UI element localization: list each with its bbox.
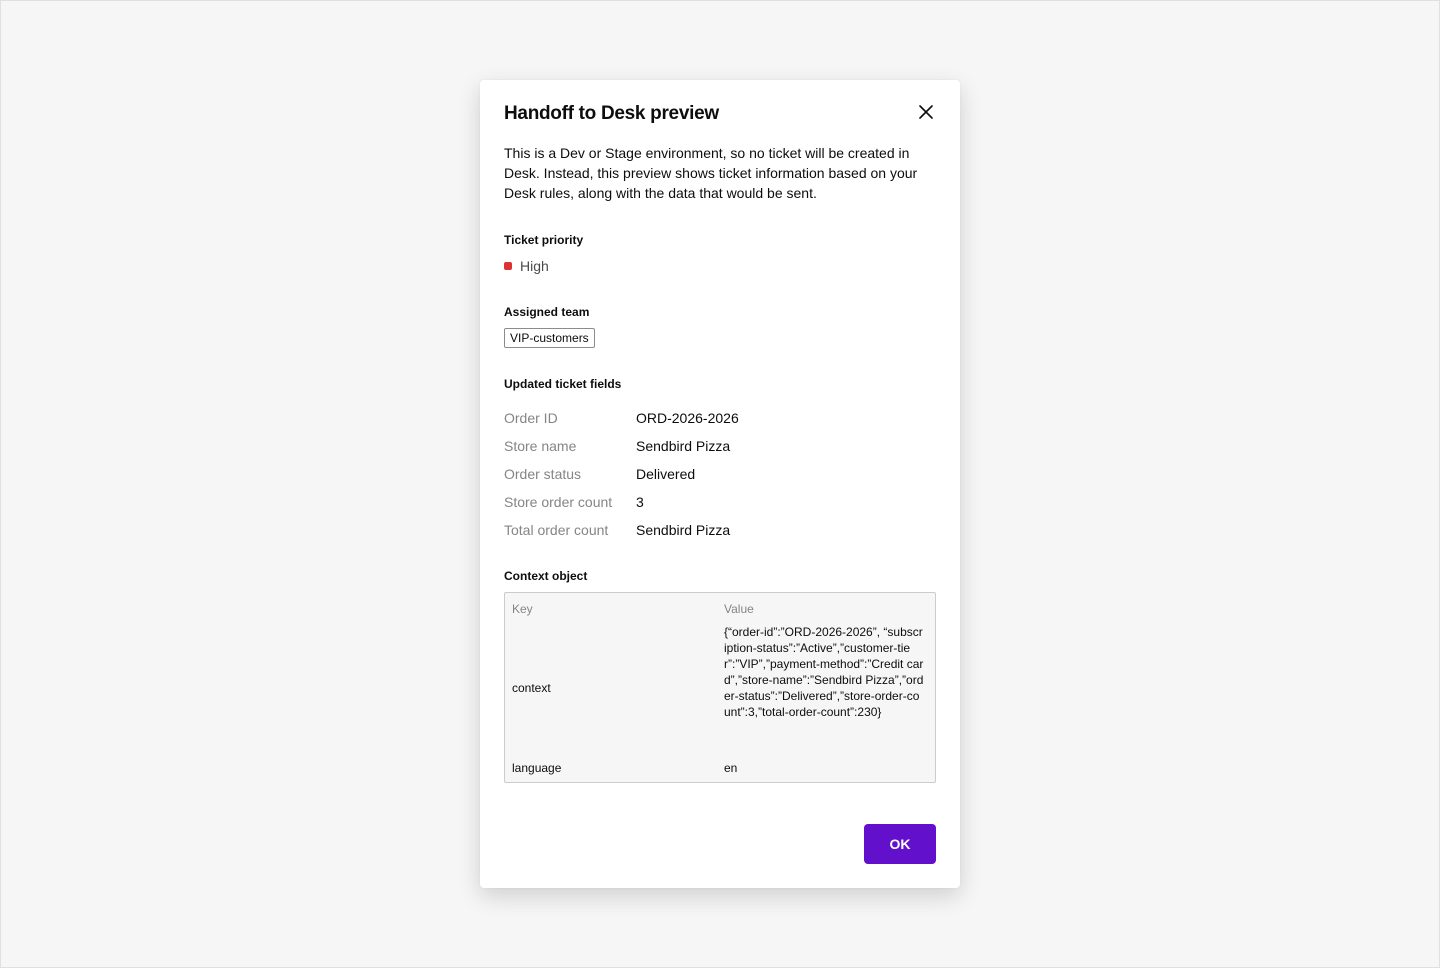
field-key: Store name <box>504 438 577 454</box>
language-key-cell: language <box>512 761 562 775</box>
field-row-order-status: Order status Delivered <box>504 460 936 488</box>
dialog-title: Handoff to Desk preview <box>504 103 719 124</box>
field-key: Total order count <box>504 522 609 538</box>
assigned-team-tag: VIP-customers <box>504 328 595 348</box>
dialog-description: This is a Dev or Stage environment, so n… <box>504 145 918 201</box>
column-header-value: Value <box>724 602 754 616</box>
priority-high-icon <box>504 262 512 270</box>
ticket-priority: High <box>504 256 549 276</box>
field-key: Order ID <box>504 410 558 426</box>
field-row-store-name: Store name Sendbird Pizza <box>504 432 936 460</box>
context-object-table: Key Value context {“order-id”:”ORD-2026-… <box>504 592 936 783</box>
field-row-total-order-count: Total order count Sendbird Pizza <box>504 516 936 544</box>
language-value-cell: en <box>724 761 738 775</box>
field-value: Sendbird Pizza <box>636 438 731 454</box>
handoff-preview-dialog: Handoff to Desk preview This is a Dev or… <box>480 80 960 888</box>
priority-value: High <box>520 258 549 274</box>
close-button[interactable] <box>914 100 938 124</box>
field-key: Store order count <box>504 494 613 510</box>
updated-fields-list: Order ID ORD-2026-2026 Store name Sendbi… <box>504 404 936 544</box>
assigned-team-label: Assigned team <box>504 305 590 319</box>
context-value-cell: {“order-id”:”ORD-2026-2026”, “subscripti… <box>724 625 924 719</box>
field-value: 3 <box>636 494 644 510</box>
field-key: Order status <box>504 466 582 482</box>
ok-button[interactable]: OK <box>864 824 936 864</box>
close-icon <box>919 105 933 119</box>
column-header-key: Key <box>512 602 533 616</box>
updated-fields-label: Updated ticket fields <box>504 377 622 391</box>
field-row-order-id: Order ID ORD-2026-2026 <box>504 404 936 432</box>
field-row-store-order-count: Store order count 3 <box>504 488 936 516</box>
context-key-cell: context <box>512 681 551 695</box>
context-object-label: Context object <box>504 569 588 583</box>
field-value: Delivered <box>636 466 696 482</box>
field-value: Sendbird Pizza <box>636 522 731 538</box>
field-value: ORD-2026-2026 <box>636 410 739 426</box>
ticket-priority-label: Ticket priority <box>504 233 584 247</box>
